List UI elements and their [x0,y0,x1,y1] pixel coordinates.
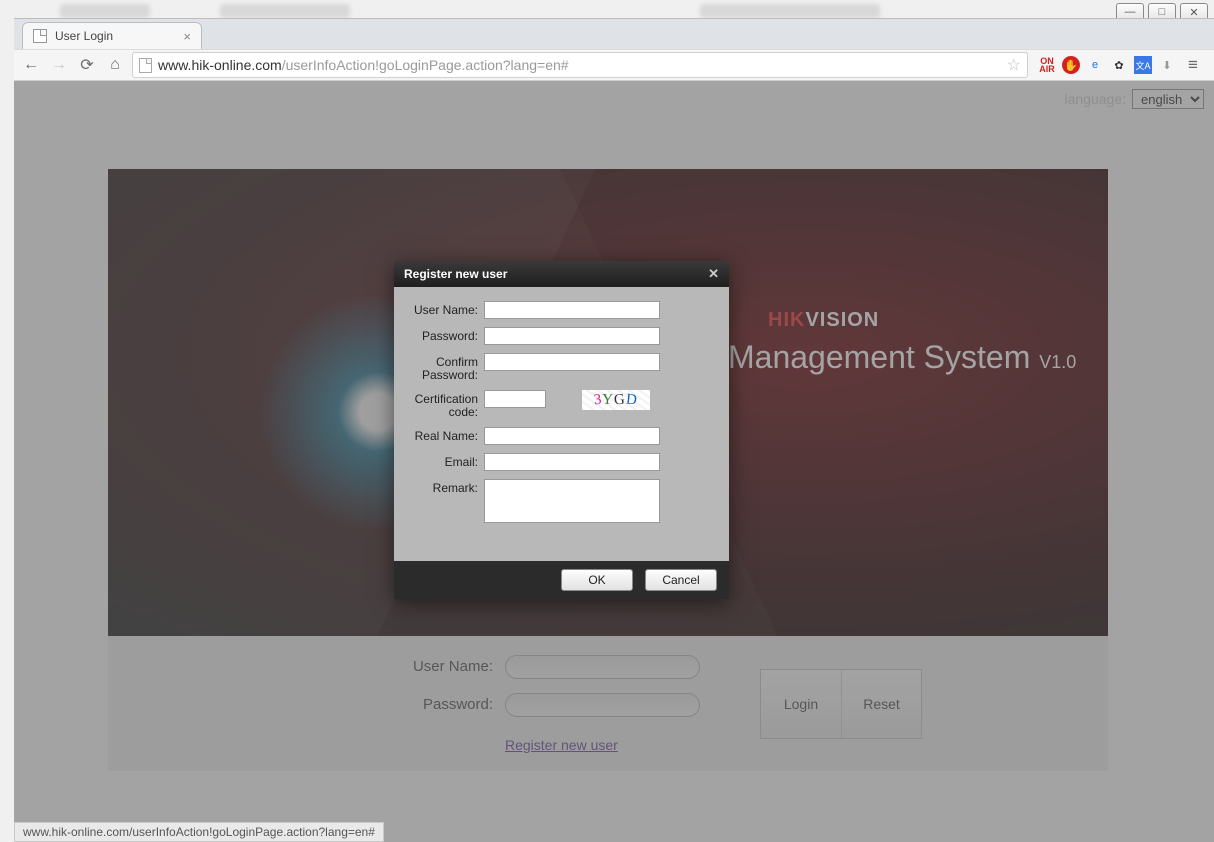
reg-remark-textarea[interactable] [484,479,660,523]
page-viewport: language: english HIKVISION Management S… [14,81,1214,842]
page-icon [139,58,152,73]
dialog-body: User Name: Password: Confirm Password: C… [394,287,729,561]
translate-extension-icon[interactable]: 文A [1134,56,1152,74]
browser-toolbar: ← → ⟳ ⌂ www.hik-online.com/userInfoActio… [14,49,1214,81]
reg-confirm-input[interactable] [484,353,660,371]
reg-confirm-label: Confirm Password: [406,353,484,382]
status-bar: www.hik-online.com/userInfoAction!goLogi… [14,822,384,842]
page-icon [33,29,47,43]
onair-extension-icon[interactable]: ONAIR [1038,56,1056,74]
cancel-button[interactable]: Cancel [645,569,717,591]
browser-tab[interactable]: User Login × [22,22,202,49]
dialog-close-icon[interactable]: ✕ [708,266,719,282]
reg-email-input[interactable] [484,453,660,471]
reg-realname-label: Real Name: [406,427,484,443]
reg-password-label: Password: [406,327,484,343]
address-bar[interactable]: www.hik-online.com/userInfoAction!goLogi… [132,52,1028,78]
reg-password-input[interactable] [484,327,660,345]
captcha-image[interactable]: 3YGD [582,390,650,410]
settings-extension-icon[interactable]: ✿ [1110,56,1128,74]
register-dialog: Register new user ✕ User Name: Password:… [394,261,729,599]
tab-title: User Login [55,29,113,43]
reg-email-label: Email: [406,453,484,469]
adblock-extension-icon[interactable]: ✋ [1062,56,1080,74]
status-text: www.hik-online.com/userInfoAction!goLogi… [23,825,375,839]
dialog-footer: OK Cancel [394,561,729,599]
bookmark-star-icon[interactable]: ☆ [1007,55,1021,75]
reg-username-label: User Name: [406,301,484,317]
reg-remark-label: Remark: [406,479,484,495]
dialog-titlebar: Register new user ✕ [394,261,729,287]
url-text: www.hik-online.com/userInfoAction!goLogi… [158,57,1001,73]
reg-realname-input[interactable] [484,427,660,445]
reg-cert-label: Certification code: [406,390,484,419]
reg-username-input[interactable] [484,301,660,319]
reg-cert-input[interactable] [484,390,546,408]
tab-close-icon[interactable]: × [183,29,191,44]
dialog-title: Register new user [404,267,507,281]
back-button[interactable]: ← [20,54,42,76]
tab-strip: User Login × [14,19,1214,49]
chrome-menu-icon[interactable]: ≡ [1182,54,1204,76]
ie-tab-extension-icon[interactable]: e [1086,56,1104,74]
home-button[interactable]: ⌂ [104,54,126,76]
reload-button[interactable]: ⟳ [76,54,98,76]
download-extension-icon[interactable]: ⬇ [1158,56,1176,74]
browser-window: User Login × ← → ⟳ ⌂ www.hik-online.com/… [14,18,1214,842]
forward-button[interactable]: → [48,54,70,76]
extension-icons: ONAIR ✋ e ✿ 文A ⬇ ≡ [1034,54,1208,76]
ok-button[interactable]: OK [561,569,633,591]
